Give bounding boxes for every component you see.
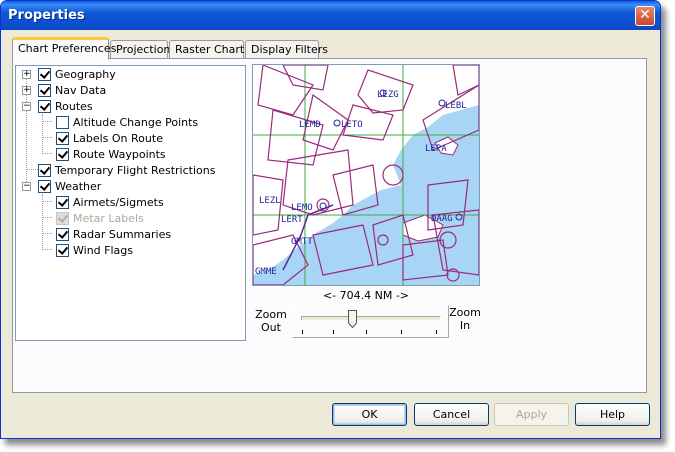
- tree-connector: [42, 137, 52, 138]
- tree-connector: [42, 121, 52, 122]
- window-title: Properties: [8, 8, 85, 23]
- airport-label: LEZL: [259, 196, 281, 206]
- tree-connector: [42, 153, 52, 154]
- airport-label: LETO: [341, 120, 363, 130]
- slider-tick: [366, 330, 367, 334]
- collapse-icon[interactable]: −: [22, 181, 31, 191]
- tree-connector: [42, 249, 52, 250]
- tree-item-nav-data[interactable]: + Nav Data: [22, 82, 106, 98]
- wind-flags-checkbox[interactable]: [56, 243, 69, 257]
- zoom-slider-track[interactable]: [301, 316, 441, 321]
- airmets-sigmets-checkbox[interactable]: [56, 195, 69, 209]
- tree-item-radar-summaries[interactable]: Radar Summaries: [56, 226, 171, 242]
- tree-item-route-waypoints[interactable]: Route Waypoints: [56, 146, 166, 162]
- tree-item-labels-on-route[interactable]: Labels On Route: [56, 130, 163, 146]
- tree-item-metar-labels: Metar Labels: [56, 210, 144, 226]
- altitude-change-points-checkbox[interactable]: [56, 115, 69, 129]
- tree-item-temporary-flight-restrictions[interactable]: Temporary Flight Restrictions: [38, 162, 215, 178]
- tree-item-label: Wind Flags: [73, 243, 133, 257]
- slider-tick: [401, 330, 402, 334]
- nav-data-checkbox[interactable]: [38, 83, 51, 97]
- expand-icon[interactable]: +: [22, 85, 31, 95]
- close-button[interactable]: ✕: [635, 6, 655, 26]
- metar-labels-checkbox: [56, 211, 69, 225]
- labels-on-route-checkbox[interactable]: [56, 131, 69, 145]
- tab-projection[interactable]: Projection: [110, 40, 170, 58]
- tree-item-label: Temporary Flight Restrictions: [55, 163, 216, 177]
- map-canvas: LEZG LEBL LEMD LETO LEPA LEZL LEMO LERT …: [253, 65, 479, 285]
- close-icon: ✕: [639, 7, 651, 23]
- tree-item-geography[interactable]: + Geography: [22, 66, 116, 82]
- weather-checkbox[interactable]: [38, 179, 51, 193]
- tree-item-label: Route Waypoints: [73, 147, 166, 161]
- collapse-icon[interactable]: −: [22, 101, 31, 111]
- airport-label: LEMO: [291, 203, 313, 213]
- airport-label: GMTT: [291, 237, 313, 247]
- zoom-slider-thumb[interactable]: [347, 310, 357, 328]
- expand-icon[interactable]: +: [22, 69, 31, 79]
- tree-item-label: Radar Summaries: [73, 227, 172, 241]
- tree-connector: [42, 201, 52, 202]
- routes-checkbox[interactable]: [38, 99, 51, 113]
- zoom-slider[interactable]: [292, 305, 449, 338]
- tree-item-airmets-sigmets[interactable]: Airmets/Sigmets: [56, 194, 164, 210]
- tab-display-filters[interactable]: Display Filters: [245, 40, 328, 58]
- tree-item-label: Routes: [55, 99, 93, 113]
- temporary-flight-restrictions-checkbox[interactable]: [38, 163, 51, 177]
- title-bar[interactable]: Properties ✕: [1, 1, 660, 30]
- layer-tree[interactable]: + Geography + Nav Data − Routes Altitude…: [15, 65, 246, 341]
- tree-connector: [42, 233, 52, 234]
- tree-item-label: Nav Data: [55, 83, 107, 97]
- radar-summaries-checkbox[interactable]: [56, 227, 69, 241]
- distance-readout: <- 704.4 NM ->: [322, 289, 410, 302]
- tree-connector: [42, 114, 43, 154]
- tree-item-weather[interactable]: − Weather: [22, 178, 101, 194]
- airport-label: LEMD: [299, 120, 321, 130]
- slider-tick: [302, 330, 303, 334]
- tree-item-label: Metar Labels: [73, 211, 144, 225]
- airport-label: LEBL: [445, 101, 467, 111]
- tree-item-label: Labels On Route: [73, 131, 163, 145]
- airport-label: LEPA: [425, 144, 447, 154]
- apply-button: Apply: [494, 403, 569, 426]
- tab-raster-charts[interactable]: Raster Charts: [169, 40, 250, 58]
- tree-item-wind-flags[interactable]: Wind Flags: [56, 242, 133, 258]
- tree-item-label: Airmets/Sigmets: [73, 195, 164, 209]
- geography-checkbox[interactable]: [38, 67, 51, 81]
- cancel-button[interactable]: Cancel: [414, 403, 489, 426]
- tree-item-label: Altitude Change Points: [73, 115, 199, 129]
- zoom-in-label: Zoom In: [449, 306, 481, 332]
- airport-label: GMME: [255, 267, 277, 277]
- airport-label: LERT: [281, 215, 303, 225]
- zoom-out-label: Zoom Out: [255, 308, 287, 334]
- tree-item-label: Weather: [55, 179, 102, 193]
- tree-item-altitude-change-points[interactable]: Altitude Change Points: [56, 114, 198, 130]
- tree-item-label: Geography: [55, 67, 116, 81]
- chart-preview-map[interactable]: LEZG LEBL LEMD LETO LEPA LEZL LEMO LERT …: [252, 64, 480, 286]
- ok-button[interactable]: OK: [332, 403, 407, 426]
- tree-connector: [42, 217, 52, 218]
- help-button[interactable]: Help: [575, 403, 650, 426]
- slider-tick: [436, 330, 437, 334]
- slider-tick: [333, 330, 334, 334]
- tab-chart-preferences[interactable]: Chart Preferences: [12, 37, 116, 60]
- tree-item-routes[interactable]: − Routes: [22, 98, 93, 114]
- properties-dialog: Properties ✕ Chart Preferences Projectio…: [0, 0, 661, 439]
- route-waypoints-checkbox[interactable]: [56, 147, 69, 161]
- tree-connector: [42, 194, 43, 250]
- airport-label: DAAG: [431, 214, 453, 224]
